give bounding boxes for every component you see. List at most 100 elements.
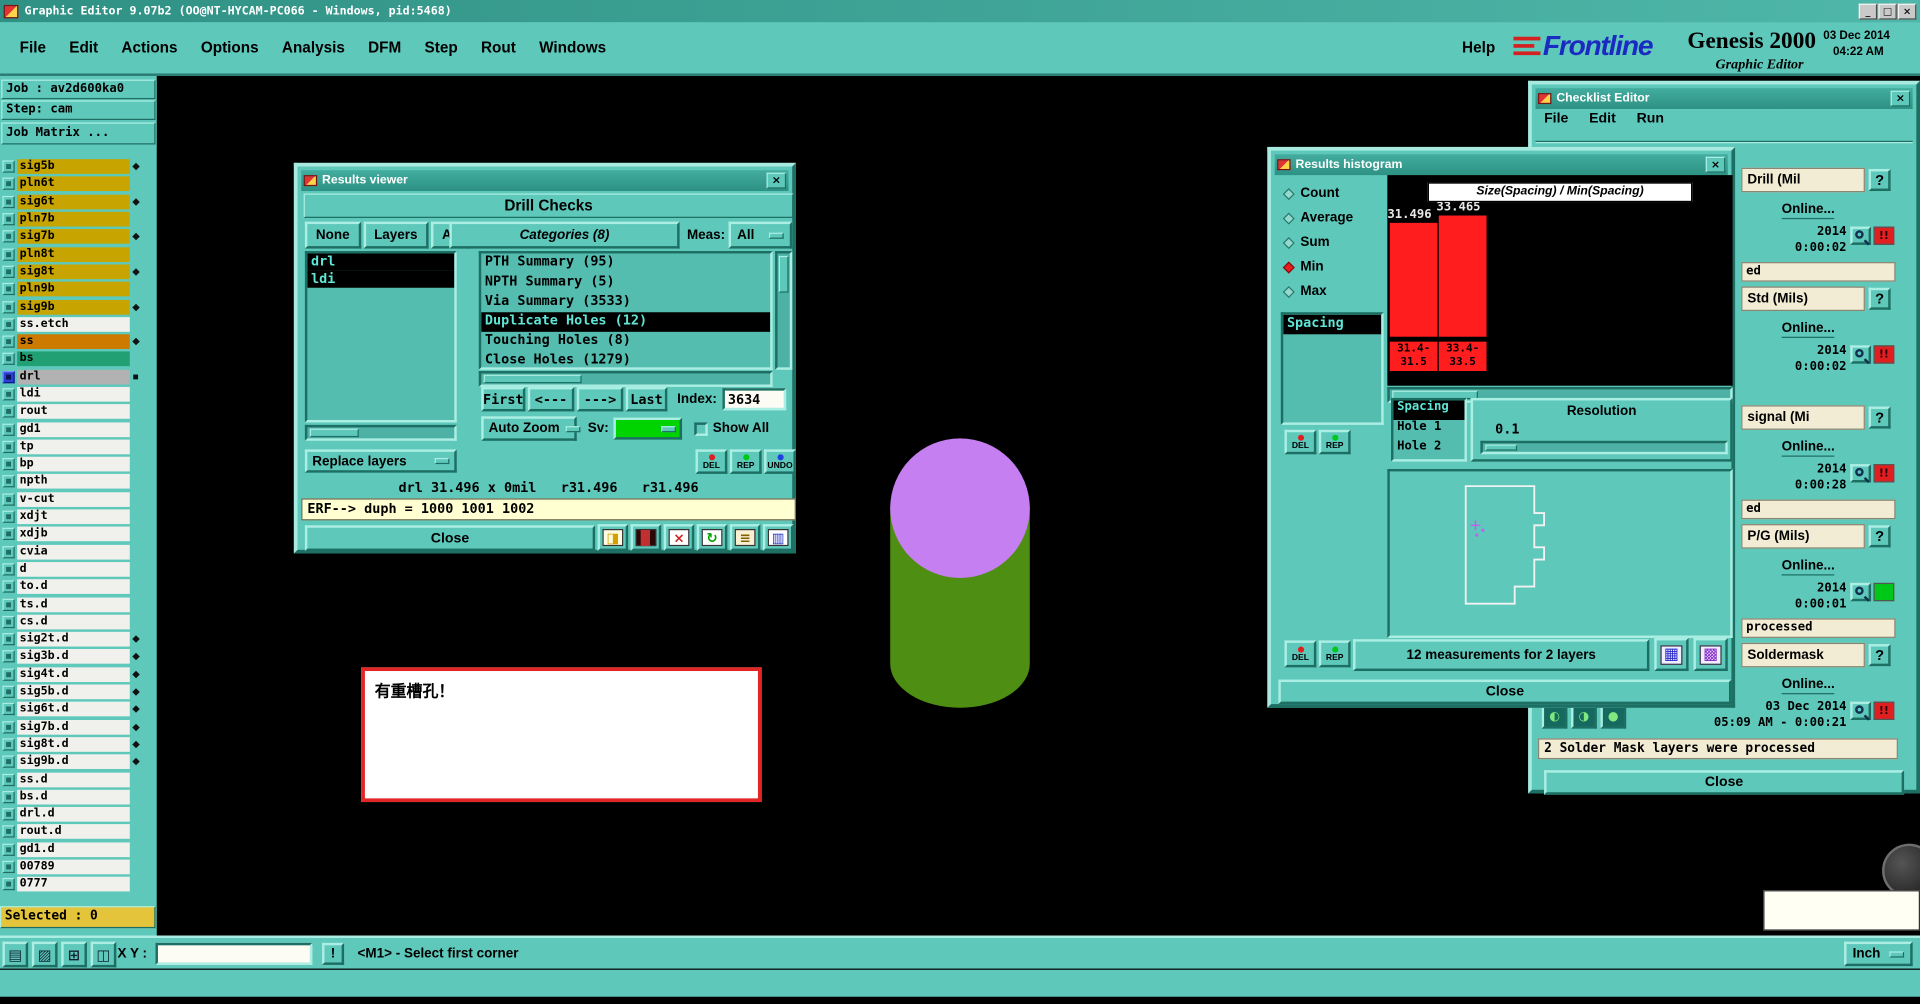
layer-name[interactable]: ss.etch	[17, 316, 130, 332]
index-input[interactable]	[722, 388, 787, 411]
rerun-check-icon[interactable]: ↻	[696, 524, 728, 552]
help-button[interactable]: ?	[1868, 525, 1891, 548]
layer-visibility-toggle[interactable]	[2, 493, 15, 506]
layer-visibility-toggle[interactable]	[2, 615, 15, 628]
results-layer-item[interactable]: drl	[307, 253, 455, 271]
measure-item[interactable]: Spacing	[1283, 314, 1382, 335]
layer-name[interactable]: sig5b	[17, 159, 130, 175]
layer-visibility-toggle[interactable]	[2, 528, 15, 541]
checklist-menu-edit[interactable]: Edit	[1589, 111, 1616, 126]
layer-visibility-toggle[interactable]	[2, 545, 15, 558]
report-list-icon[interactable]: ≡	[729, 524, 761, 552]
layer-name[interactable]: sig9b.d	[17, 754, 130, 770]
stat-min[interactable]: Min	[1281, 255, 1384, 279]
layer-name[interactable]: 00789	[17, 859, 130, 875]
magnifier-button[interactable]	[1850, 464, 1872, 483]
menu-analysis[interactable]: Analysis	[279, 37, 347, 59]
results-category-item[interactable]: Touching Holes (8)	[481, 332, 770, 352]
del-button[interactable]: DEL	[1284, 640, 1317, 668]
layer-name[interactable]: sig9b	[17, 299, 130, 315]
select-tool-icon[interactable]: ▤	[2, 941, 29, 968]
magnifier-button[interactable]	[1850, 701, 1872, 721]
results-viewer-titlebar[interactable]: Results viewer ×	[301, 170, 789, 192]
stat-count[interactable]: Count	[1281, 181, 1384, 205]
layer-visibility-toggle[interactable]	[2, 860, 15, 874]
layer-name[interactable]: sig3b.d	[17, 649, 130, 665]
layer-visibility-toggle[interactable]	[2, 335, 15, 348]
close-icon[interactable]: ×	[1705, 156, 1726, 173]
job-matrix-button[interactable]: Job Matrix ...	[1, 122, 156, 145]
layer-visibility-toggle[interactable]	[2, 230, 15, 243]
rep-button[interactable]: REP	[1318, 429, 1351, 455]
layer-name[interactable]: sig7b.d	[17, 719, 130, 735]
layer-visibility-toggle[interactable]	[2, 563, 15, 576]
layer-name[interactable]: npth	[17, 474, 130, 490]
layer-visibility-toggle[interactable]	[2, 353, 15, 366]
checklist-status-dropdown[interactable]: Online...	[1781, 321, 1835, 338]
del-button[interactable]: DEL	[1284, 429, 1317, 455]
layer-visibility-toggle[interactable]	[2, 790, 15, 804]
layer-visibility-toggle[interactable]	[2, 580, 15, 593]
sv-color-dropdown[interactable]	[613, 417, 683, 440]
checklist-close-button[interactable]: Close	[1544, 770, 1905, 795]
layer-visibility-toggle[interactable]	[2, 178, 15, 191]
undo-button[interactable]: UNDO	[764, 449, 796, 474]
layer-visibility-toggle[interactable]	[2, 685, 15, 699]
delete-table-icon[interactable]: ×	[663, 524, 695, 552]
results-layer-item[interactable]: ldi	[307, 270, 455, 288]
layer-name[interactable]: tp	[17, 439, 130, 455]
draw-tool-icon[interactable]: ▨	[31, 941, 58, 968]
layer-name[interactable]: 0777	[17, 877, 130, 892]
layer-name[interactable]: pln7b	[17, 211, 130, 227]
layer-name[interactable]: d	[17, 562, 130, 577]
results-viewer-close-button[interactable]: Close	[304, 525, 596, 552]
menu-step[interactable]: Step	[422, 37, 460, 59]
layer-visibility-toggle[interactable]	[2, 598, 15, 611]
layer-visibility-toggle[interactable]	[2, 773, 15, 786]
units-dropdown[interactable]: Inch	[1844, 941, 1913, 967]
layer-visibility-toggle[interactable]	[2, 843, 15, 856]
auto-zoom-dropdown[interactable]: Auto Zoom	[481, 416, 581, 441]
menu-options[interactable]: Options	[198, 37, 261, 59]
close-icon[interactable]: ×	[766, 172, 787, 189]
layer-name[interactable]: drl	[17, 369, 130, 385]
menu-help[interactable]: Help	[1462, 39, 1495, 56]
replace-layers-dropdown[interactable]: Replace layers	[304, 449, 457, 473]
filter-layers-button[interactable]: Layers	[363, 221, 429, 249]
layer-visibility-toggle[interactable]	[2, 440, 15, 453]
menu-windows[interactable]: Windows	[537, 37, 609, 59]
minimize-button[interactable]: _	[1858, 3, 1878, 19]
layer-visibility-toggle[interactable]	[2, 703, 15, 716]
layer-name[interactable]: ss	[17, 334, 130, 350]
magnifier-button[interactable]	[1850, 345, 1872, 364]
layer-name[interactable]: ldi	[17, 386, 130, 402]
layer-visibility-toggle[interactable]	[2, 755, 15, 769]
layer-visibility-toggle[interactable]	[2, 248, 15, 261]
prev-button[interactable]: <---	[527, 386, 575, 412]
histogram-bar[interactable]: 33.465	[1436, 201, 1487, 337]
layer-visibility-toggle[interactable]	[2, 160, 15, 173]
layer-visibility-toggle[interactable]	[2, 370, 15, 383]
del-button[interactable]: DEL	[695, 449, 728, 474]
layer-name[interactable]: sig4t.d	[17, 667, 130, 682]
layer-visibility-toggle[interactable]	[2, 265, 15, 278]
checklist-titlebar[interactable]: Checklist Editor ×	[1535, 88, 1913, 109]
measurement-map-icon[interactable]: ▩	[1693, 637, 1728, 672]
histogram-open-icon[interactable]: ▥	[762, 524, 794, 552]
layer-name[interactable]: pln8t	[17, 246, 130, 262]
layer-name[interactable]: pln9b	[17, 281, 130, 297]
histogram-titlebar[interactable]: Results histogram ×	[1274, 154, 1728, 176]
layer-visibility-toggle[interactable]	[2, 475, 15, 488]
layer-name[interactable]: sig6t	[17, 194, 130, 210]
last-button[interactable]: Last	[625, 386, 668, 412]
stat-average[interactable]: Average	[1281, 206, 1384, 230]
layer-name[interactable]: sig8t	[17, 264, 130, 280]
layer-visibility-toggle[interactable]	[2, 283, 15, 296]
category-list-hscrollbar[interactable]	[478, 371, 773, 387]
layer-visibility-toggle[interactable]	[2, 720, 15, 734]
layer-visibility-toggle[interactable]	[2, 423, 15, 436]
results-category-item[interactable]: Duplicate Holes (12)	[481, 312, 771, 332]
layer-visibility-toggle[interactable]	[2, 808, 15, 821]
magnifier-button[interactable]	[1850, 582, 1872, 602]
layer-name[interactable]: v-cut	[17, 491, 130, 507]
